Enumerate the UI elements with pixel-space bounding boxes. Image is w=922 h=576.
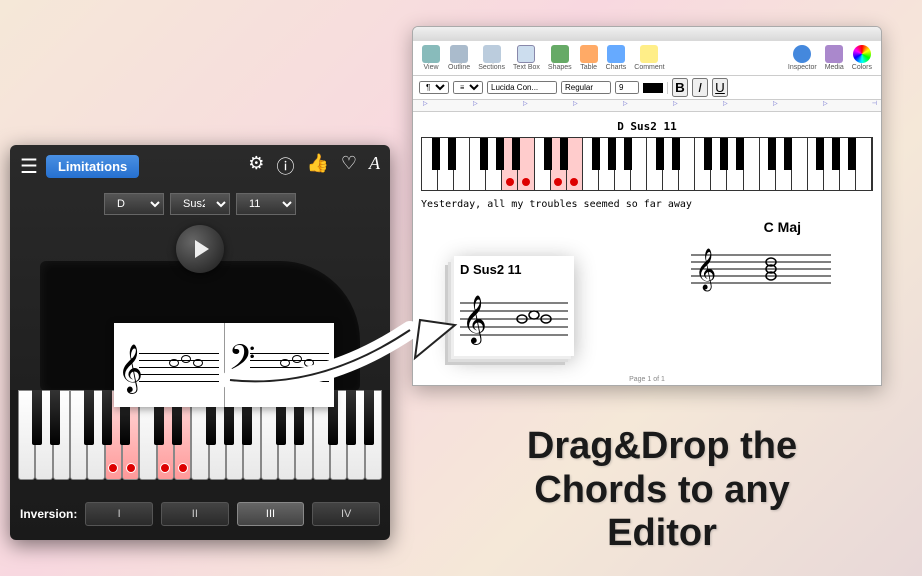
marketing-headline: Drag&Drop the Chords to any Editor <box>422 425 902 556</box>
underline-button[interactable]: U <box>712 78 728 97</box>
notation-card[interactable]: 𝄞 𝄢 <box>114 323 334 407</box>
toolbar-textbox[interactable]: Text Box <box>510 45 543 71</box>
chord-app-panel: ☰ Limitations ⚙ ⓘ 👍 ♡ A D Sus2 11 𝄞 𝄢 <box>10 145 390 540</box>
lyric-text: Yesterday, all my troubles seemed so far… <box>421 199 873 210</box>
like-icon[interactable]: 👍 <box>306 153 328 179</box>
marketing-line-2: Chords to any <box>422 469 902 513</box>
menu-icon[interactable]: ☰ <box>20 154 38 179</box>
editor-keyboard <box>421 137 873 191</box>
inversion-iv-button[interactable]: IV <box>312 502 380 526</box>
bold-button[interactable]: B <box>672 78 688 97</box>
toolbar-inspector[interactable]: Inspector <box>785 45 820 71</box>
extension-select[interactable]: 11 <box>236 193 296 215</box>
format-bar: ¶ ≡ B I U <box>413 76 881 100</box>
toolbar-charts[interactable]: Charts <box>603 45 630 71</box>
editor-body[interactable]: D Sus2 11 <box>413 112 881 230</box>
editor-toolbar: View Outline Sections Text Box Shapes Ta… <box>413 41 881 76</box>
toolbar-outline[interactable]: Outline <box>445 45 473 71</box>
chord-selectors: D Sus2 11 <box>10 187 390 221</box>
chord-name-label: D Sus2 11 <box>421 120 873 133</box>
inversion-bar: Inversion: I II III IV <box>10 502 390 526</box>
font-family-input[interactable] <box>487 81 557 94</box>
ruler[interactable]: ▷▷▷ ▷▷▷ ▷▷▷ ⊣ <box>413 100 881 112</box>
toolbar-colors[interactable]: Colors <box>849 45 875 71</box>
paragraph-style-select[interactable]: ¶ <box>419 81 449 94</box>
toolbar-shapes[interactable]: Shapes <box>545 45 575 71</box>
page-indicator: Page 1 of 1 <box>629 376 665 383</box>
svg-text:𝄞: 𝄞 <box>462 295 487 345</box>
inversion-ii-button[interactable]: II <box>161 502 229 526</box>
toolbar-sections[interactable]: Sections <box>475 45 508 71</box>
font-style-input[interactable] <box>561 81 611 94</box>
limitations-button[interactable]: Limitations <box>46 155 139 178</box>
quality-select[interactable]: Sus2 <box>170 193 230 215</box>
dragged-chord-card[interactable]: D Sus2 11 𝄞 <box>454 256 574 356</box>
second-chord-staff: 𝄞 <box>691 245 831 295</box>
color-swatch[interactable] <box>643 83 663 93</box>
toolbar-view[interactable]: View <box>419 45 443 71</box>
list-style-select[interactable]: ≡ <box>453 81 483 94</box>
marketing-line-1: Drag&Drop the <box>422 425 902 469</box>
gear-icon[interactable]: ⚙ <box>248 153 264 179</box>
editor-titlebar[interactable] <box>413 27 881 41</box>
dragged-chord-label: D Sus2 11 <box>460 262 568 277</box>
marketing-line-3: Editor <box>422 512 902 556</box>
font-size-input[interactable] <box>615 81 639 94</box>
toolbar-comment[interactable]: Comment <box>631 45 667 71</box>
inversion-i-button[interactable]: I <box>85 502 153 526</box>
second-chord-label: C Maj <box>764 219 801 235</box>
inversion-iii-button[interactable]: III <box>237 502 305 526</box>
treble-staff: 𝄞 <box>114 323 225 407</box>
inversion-label: Inversion: <box>20 507 77 521</box>
info-icon[interactable]: ⓘ <box>276 153 294 179</box>
font-icon[interactable]: A <box>369 153 380 179</box>
dragged-chord-staff: 𝄞 <box>460 291 568 341</box>
toolbar-table[interactable]: Table <box>577 45 601 71</box>
italic-button[interactable]: I <box>692 78 708 97</box>
svg-text:𝄞: 𝄞 <box>695 248 716 291</box>
play-button[interactable] <box>176 225 224 273</box>
root-select[interactable]: D <box>104 193 164 215</box>
app-header: ☰ Limitations ⚙ ⓘ 👍 ♡ A <box>10 145 390 187</box>
toolbar-media[interactable]: Media <box>822 45 847 71</box>
heart-icon[interactable]: ♡ <box>341 153 357 179</box>
bass-staff: 𝄢 <box>225 323 335 407</box>
